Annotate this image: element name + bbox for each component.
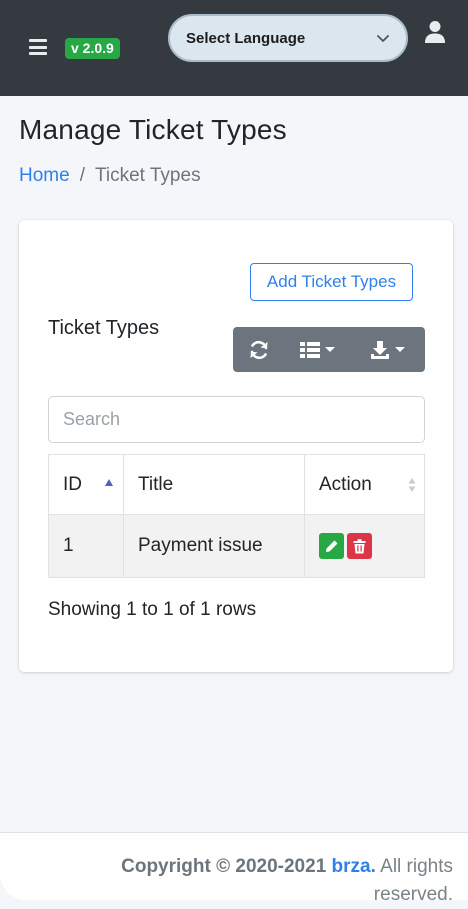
hamburger-icon[interactable]	[29, 39, 47, 55]
breadcrumb-separator: /	[79, 165, 85, 186]
card-title: Ticket Types	[48, 317, 160, 339]
columns-toggle-button[interactable]	[285, 327, 349, 372]
sort-icon	[408, 478, 416, 492]
table-header-row: ID Title Action	[48, 454, 425, 515]
language-select[interactable]: Select Language	[168, 14, 408, 62]
ticket-types-card: Add Ticket Types Ticket Types Search ID …	[19, 220, 453, 672]
column-header-action-label: Action	[319, 473, 372, 495]
column-header-title[interactable]: Title	[123, 454, 305, 515]
user-icon[interactable]	[424, 20, 446, 44]
trash-icon	[353, 538, 366, 553]
column-header-action[interactable]: Action	[304, 454, 425, 515]
sort-asc-icon	[105, 479, 113, 486]
pencil-icon	[325, 540, 337, 552]
language-select-label: Select Language	[186, 29, 306, 47]
column-header-id-label: ID	[63, 473, 82, 495]
footer-text: Copyright © 2020-2021 brza. All rights r…	[83, 853, 453, 909]
table-row: 1 Payment issue	[48, 514, 425, 578]
page-footer: Copyright © 2020-2021 brza. All rights r…	[0, 832, 468, 905]
caret-down-icon	[395, 347, 405, 352]
column-header-id[interactable]: ID	[48, 454, 124, 515]
caret-down-icon	[325, 347, 335, 352]
cell-id: 1	[48, 514, 124, 578]
edit-button[interactable]	[319, 533, 344, 559]
footer-copyright: Copyright © 2020-2021	[121, 856, 327, 877]
chevron-down-icon	[377, 35, 389, 42]
page-title: Manage Ticket Types	[19, 114, 287, 145]
ticket-types-table: ID Title Action 1 Payment issue	[48, 454, 425, 578]
version-badge: v 2.0.9	[65, 38, 120, 59]
footer-brand-link[interactable]: brza.	[332, 856, 376, 877]
refresh-icon	[250, 340, 268, 359]
column-header-title-label: Title	[138, 473, 174, 495]
top-navbar: v 2.0.9 Select Language	[0, 0, 468, 96]
add-ticket-types-button[interactable]: Add Ticket Types	[250, 263, 413, 301]
footer-rights: All rights reserved.	[373, 856, 453, 905]
refresh-button[interactable]	[233, 327, 285, 372]
breadcrumb: Home / Ticket Types	[19, 165, 201, 187]
export-button[interactable]	[349, 327, 425, 372]
breadcrumb-current: Ticket Types	[94, 165, 201, 186]
breadcrumb-home-link[interactable]: Home	[19, 165, 70, 187]
delete-button[interactable]	[347, 533, 372, 559]
search-input[interactable]	[48, 396, 425, 443]
download-icon	[371, 340, 389, 359]
cell-title: Payment issue	[123, 514, 305, 578]
columns-icon	[300, 341, 320, 358]
table-toolbar	[233, 327, 425, 372]
pagination-info: Showing 1 to 1 of 1 rows	[48, 599, 257, 620]
cell-action	[304, 514, 425, 578]
